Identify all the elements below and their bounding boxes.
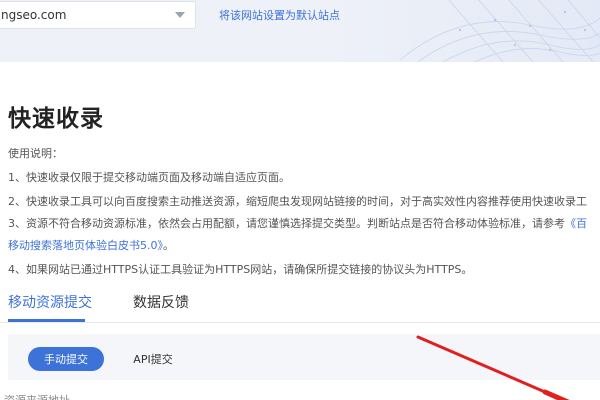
chevron-down-icon[interactable]: [173, 8, 187, 22]
site-select-value: ngseo.com: [1, 8, 67, 22]
cutoff-text: 资源来源地址: [4, 392, 70, 400]
set-default-site-link[interactable]: 将该网站设置为默认站点: [219, 7, 340, 23]
usage-line-3-suffix: 。: [163, 239, 174, 252]
submit-mode-panel: 手动提交 API提交: [8, 334, 600, 380]
whitepaper-link-start[interactable]: 《百: [565, 217, 587, 230]
whitepaper-link[interactable]: 移动搜索落地页体验白皮书5.0》: [8, 239, 163, 252]
usage-heading: 使用说明：: [8, 147, 63, 160]
tab-data-feedback[interactable]: 数据反馈: [133, 292, 189, 312]
top-banner: ngseo.com 将该网站设置为默认站点: [0, 0, 600, 62]
usage-line-3-cont: 移动搜索落地页体验白皮书5.0》。: [8, 237, 174, 253]
usage-line-4: 4、如果网站已通过HTTPS认证工具验证为HTTPS网站，请确保所提交链接的协议…: [8, 263, 473, 276]
usage-line-3: 3、资源不符合移动资源标准，依然会占用配额，请您谨慎选择提交类型。判断站点是否符…: [8, 215, 587, 231]
usage-line-3-text: 3、资源不符合移动资源标准，依然会占用配额，请您谨慎选择提交类型。判断站点是否符…: [8, 217, 565, 230]
tab-mobile-resource-submit[interactable]: 移动资源提交: [8, 292, 92, 312]
banner-wave-decoration: [400, 0, 600, 62]
usage-line-2: 2、快速收录工具可以向百度搜索主动推送资源，缩短爬虫发现网站链接的时间，对于高实…: [8, 195, 587, 208]
tabs-bar: 移动资源提交 数据反馈: [0, 288, 600, 323]
manual-submit-button[interactable]: 手动提交: [28, 347, 104, 371]
page-title: 快速收录: [8, 106, 104, 132]
usage-line-1: 1、快速收录仅限于提交移动端页面及移动端自适应页面。: [8, 171, 290, 184]
api-submit-button[interactable]: API提交: [116, 347, 190, 371]
active-tab-indicator: [8, 319, 85, 322]
site-select[interactable]: ngseo.com: [0, 1, 196, 29]
